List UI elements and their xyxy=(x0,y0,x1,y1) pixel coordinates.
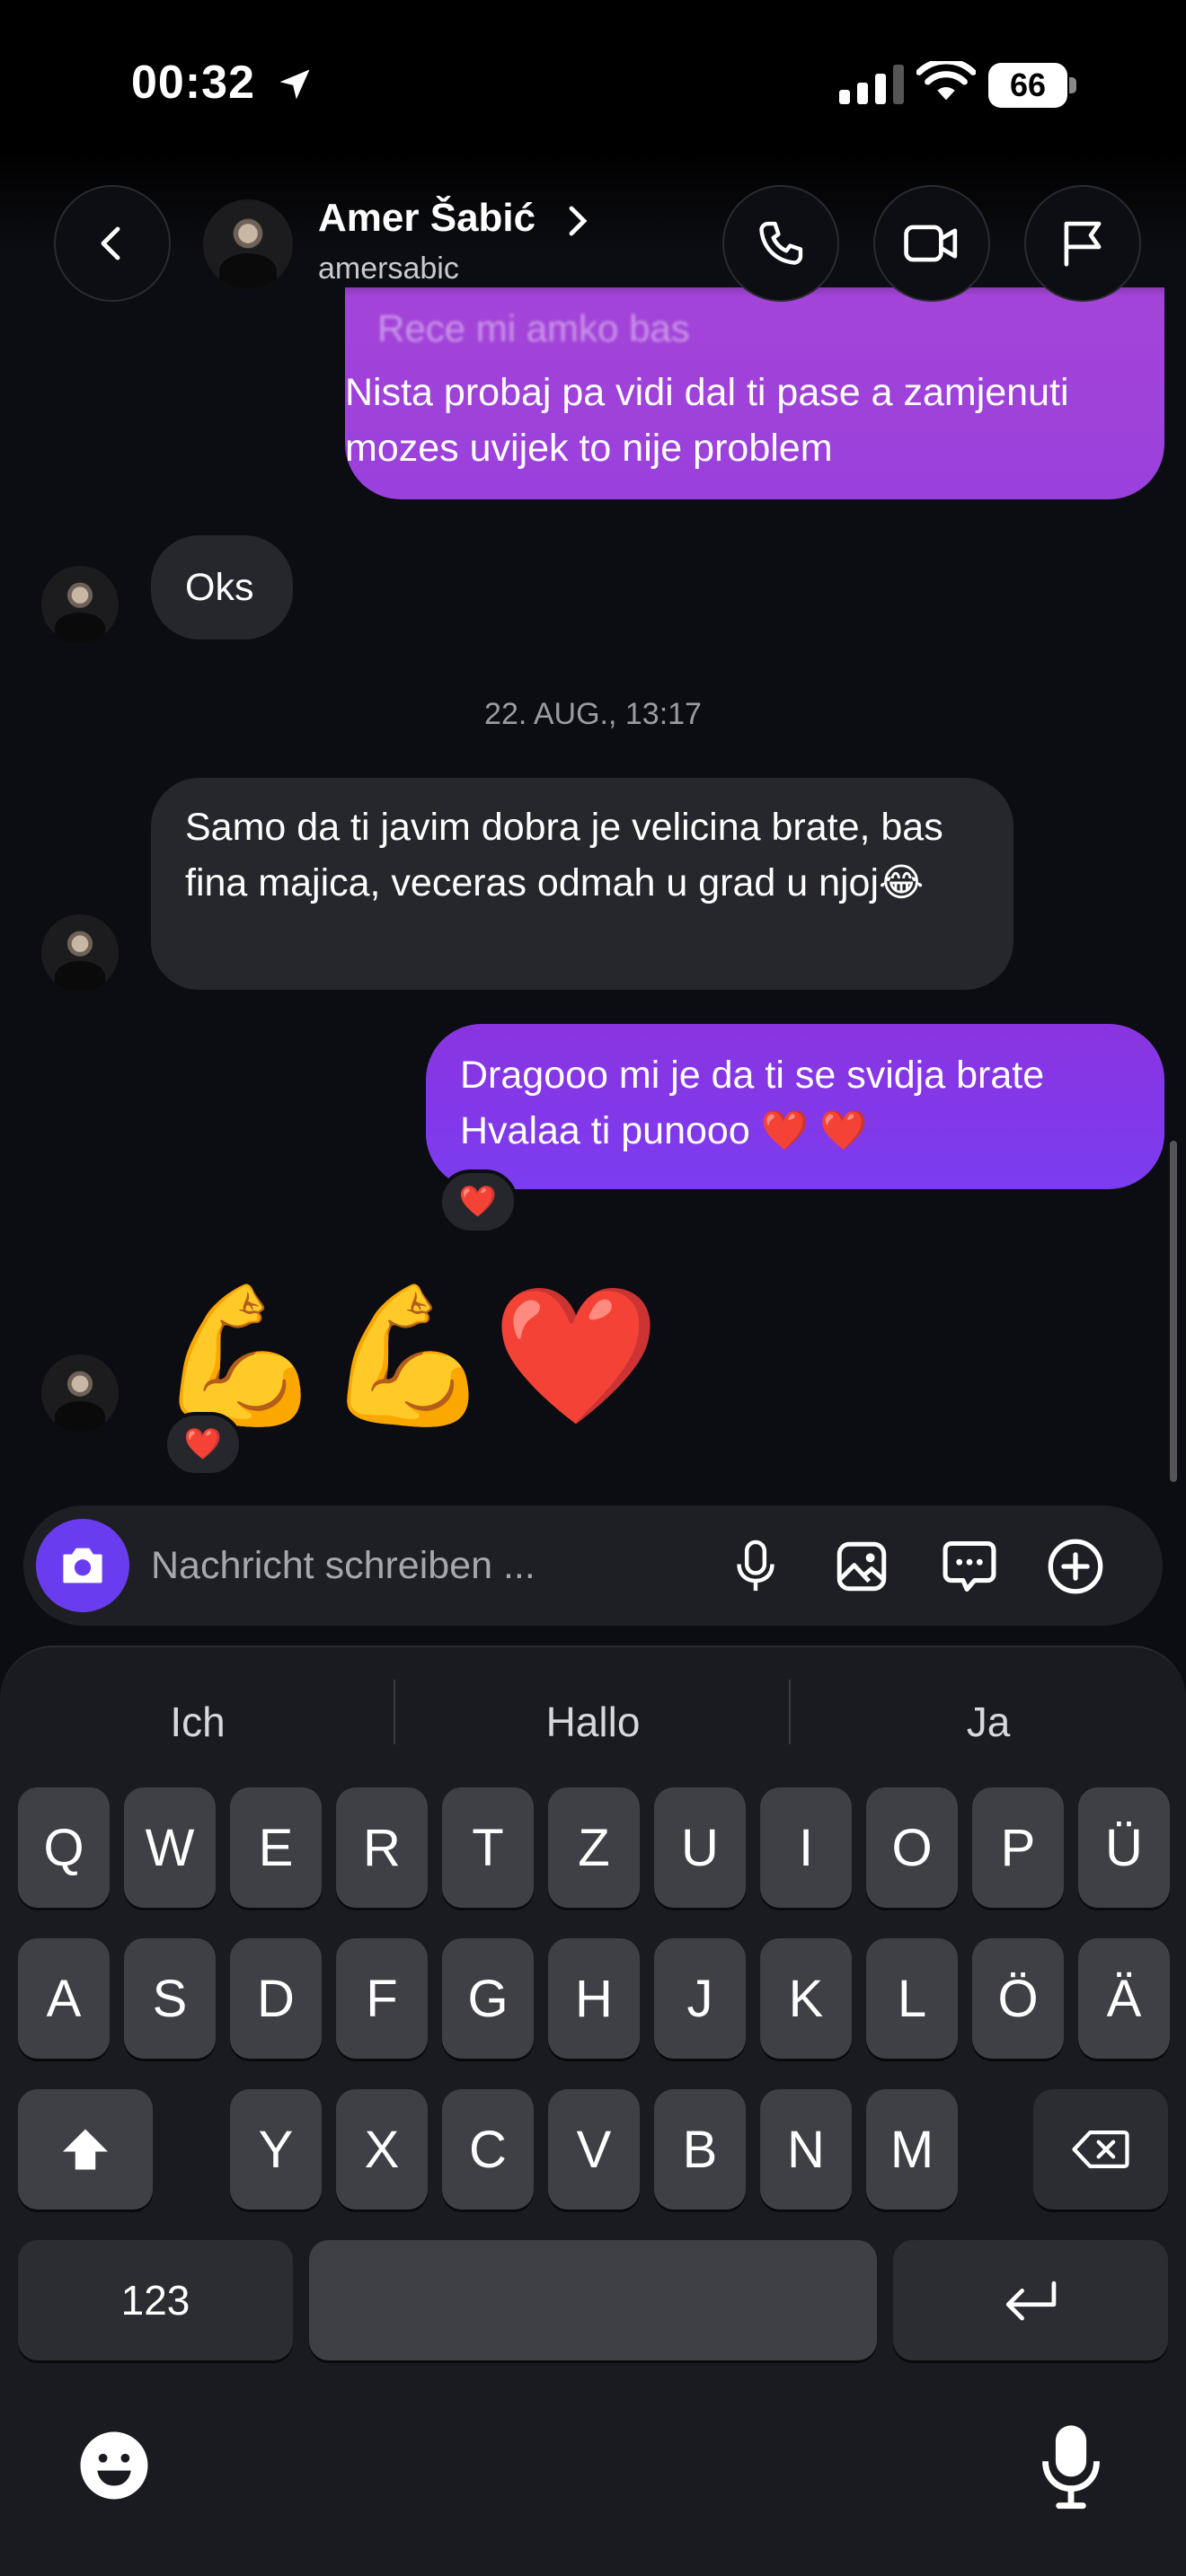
key-n[interactable]: N xyxy=(760,2089,852,2210)
emoji-message[interactable]: 💪💪❤️ xyxy=(156,1279,659,1432)
camera-button[interactable] xyxy=(36,1519,129,1612)
message-text: Samo da ti javim dobra je velicina brate… xyxy=(185,806,943,904)
return-icon xyxy=(1005,2280,1057,2321)
reaction-badge[interactable]: ❤️ xyxy=(164,1412,243,1477)
location-arrow-icon xyxy=(279,69,310,100)
reaction-emoji: ❤️ xyxy=(458,1185,498,1219)
message-input[interactable] xyxy=(151,1532,708,1599)
more-button[interactable] xyxy=(1044,1535,1107,1598)
dictation-mic-icon xyxy=(1042,2425,1100,2510)
gallery-button[interactable] xyxy=(830,1535,893,1598)
avatar[interactable] xyxy=(41,914,119,992)
key-t[interactable]: T xyxy=(442,1787,534,1908)
wifi-icon xyxy=(916,61,976,101)
chat-header: Amer Šabić amersabic xyxy=(0,153,1186,302)
replied-message-preview: Rece mi amko bas xyxy=(377,307,690,349)
flag-icon xyxy=(1064,221,1102,267)
suggestion-3[interactable]: Ja xyxy=(791,1698,1186,1746)
avatar[interactable] xyxy=(41,1354,119,1432)
emoji-keyboard-button[interactable] xyxy=(74,2425,155,2506)
key-h[interactable]: H xyxy=(548,1938,640,2059)
backspace-icon xyxy=(1072,2130,1129,2168)
camera-icon xyxy=(63,1548,102,1584)
key-f[interactable]: F xyxy=(336,1938,428,2059)
video-icon xyxy=(904,225,958,262)
suggestion-2[interactable]: Hallo xyxy=(395,1698,791,1746)
image-icon xyxy=(836,1541,887,1592)
incoming-message[interactable]: Oks xyxy=(151,535,293,640)
key-y[interactable]: Y xyxy=(230,2089,322,2210)
battery-level: 66 xyxy=(988,63,1067,108)
key-i[interactable]: I xyxy=(760,1787,852,1908)
reaction-badge[interactable]: ❤️ xyxy=(438,1169,518,1234)
key-k[interactable]: K xyxy=(760,1938,852,2059)
message-text: Oks xyxy=(185,566,254,609)
back-chevron-icon xyxy=(101,226,120,260)
key-o[interactable]: O xyxy=(866,1787,958,1908)
key-v[interactable]: V xyxy=(548,2089,640,2210)
status-time: 00:32 xyxy=(131,57,255,109)
key-ue[interactable]: Ü xyxy=(1078,1787,1170,1908)
key-g[interactable]: G xyxy=(442,1938,534,2059)
incoming-message[interactable]: Samo da ti javim dobra je velicina brate… xyxy=(151,778,1013,990)
key-b[interactable]: B xyxy=(654,2089,746,2210)
avatar[interactable] xyxy=(41,566,119,643)
signal-icon xyxy=(839,65,904,104)
reaction-emoji: ❤️ xyxy=(183,1427,223,1461)
contact-name[interactable]: Amer Šabić xyxy=(318,196,535,241)
key-r[interactable]: R xyxy=(336,1787,428,1908)
backspace-key[interactable] xyxy=(1033,2089,1168,2210)
message-composer xyxy=(23,1505,1163,1626)
contact-username: amersabic xyxy=(318,251,459,286)
status-bar: 00:32 66 xyxy=(0,0,1186,153)
microphone-icon xyxy=(737,1539,774,1592)
numbers-key[interactable]: 123 xyxy=(18,2240,293,2360)
key-e[interactable]: E xyxy=(230,1787,322,1908)
scrollbar[interactable] xyxy=(1170,1141,1177,1482)
voice-message-button[interactable] xyxy=(724,1535,787,1598)
video-call-button[interactable] xyxy=(873,185,990,302)
space-key[interactable] xyxy=(309,2240,877,2360)
key-l[interactable]: L xyxy=(866,1938,958,2059)
chevron-right-icon[interactable] xyxy=(566,203,591,239)
keyboard: Ich Hallo Ja Q W E R T Z U I O P Ü A S D… xyxy=(0,1645,1186,2576)
key-s[interactable]: S xyxy=(124,1938,216,2059)
message-text: Nista probaj pa vidi dal ti pase a zamje… xyxy=(345,371,1069,470)
flag-button[interactable] xyxy=(1024,185,1141,302)
plus-circle-icon xyxy=(1048,1539,1103,1594)
key-u[interactable]: U xyxy=(654,1787,746,1908)
key-ae[interactable]: Ä xyxy=(1078,1938,1170,2059)
key-c[interactable]: C xyxy=(442,2089,534,2210)
key-d[interactable]: D xyxy=(230,1938,322,2059)
sticker-button[interactable] xyxy=(938,1535,1001,1598)
key-q[interactable]: Q xyxy=(18,1787,110,1908)
phone-icon xyxy=(759,221,803,265)
key-p[interactable]: P xyxy=(972,1787,1064,1908)
key-j[interactable]: J xyxy=(654,1938,746,2059)
key-w[interactable]: W xyxy=(124,1787,216,1908)
suggestion-1[interactable]: Ich xyxy=(0,1698,395,1746)
key-z[interactable]: Z xyxy=(548,1787,640,1908)
battery-icon: 66 xyxy=(988,63,1078,108)
outgoing-message[interactable]: Dragooo mi je da ti se svidja brate Hval… xyxy=(426,1024,1164,1189)
call-button[interactable] xyxy=(722,185,839,302)
key-a[interactable]: A xyxy=(18,1938,110,2059)
message-timestamp: 22. AUG., 13:17 xyxy=(484,697,702,731)
header-avatar[interactable] xyxy=(203,199,293,289)
shift-icon xyxy=(63,2129,108,2170)
emoji-icon xyxy=(80,2431,148,2500)
shift-key[interactable] xyxy=(18,2089,153,2210)
key-m[interactable]: M xyxy=(866,2089,958,2210)
key-x[interactable]: X xyxy=(336,2089,428,2210)
message-text: Dragooo mi je da ti se svidja brate Hval… xyxy=(460,1054,1045,1152)
dictation-button[interactable] xyxy=(1037,2422,1105,2511)
sticker-icon xyxy=(943,1540,996,1592)
key-oe[interactable]: Ö xyxy=(972,1938,1064,2059)
return-key[interactable] xyxy=(893,2240,1168,2360)
back-button[interactable] xyxy=(54,185,171,302)
